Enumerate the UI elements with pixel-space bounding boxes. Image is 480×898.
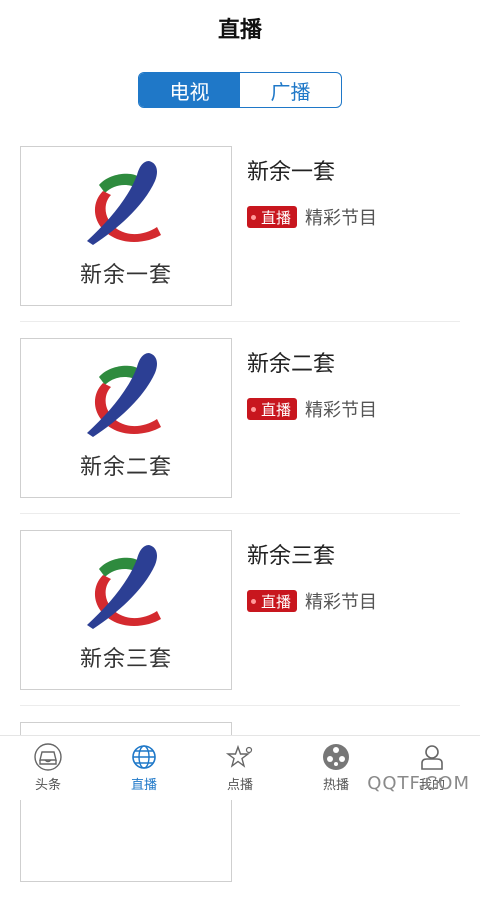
program-name: 精彩节目 bbox=[305, 592, 378, 613]
channel-thumbnail[interactable]: 新余三套 bbox=[20, 530, 232, 690]
header: 直播 bbox=[0, 0, 480, 56]
channel-item[interactable]: 新余一套 新余一套 直播 精彩节目 bbox=[0, 130, 480, 322]
logo-caption: 新余三套 bbox=[79, 647, 172, 672]
star-icon bbox=[225, 744, 253, 768]
tab-radio[interactable]: 广播 bbox=[240, 73, 341, 107]
program-name: 精彩节目 bbox=[305, 208, 378, 229]
page-title: 直播 bbox=[217, 18, 262, 43]
channel-name: 新余二套 bbox=[247, 352, 336, 377]
live-badge-label: 直播 bbox=[261, 400, 292, 419]
live-dot-icon bbox=[251, 598, 256, 604]
logo-caption: 新余二套 bbox=[79, 455, 172, 480]
tab-vod[interactable]: 点播 bbox=[192, 736, 288, 800]
tab-label: 点播 bbox=[226, 778, 253, 793]
watermark: QQTF.COM bbox=[367, 773, 470, 794]
channel-info: 新余三套 直播 精彩节目 bbox=[247, 538, 377, 614]
tv-radio-switch: 电视 广播 bbox=[138, 72, 342, 108]
live-badge: 直播 bbox=[247, 590, 298, 612]
tab-label: 头条 bbox=[34, 778, 61, 793]
channel-info: 新余二套 直播 精彩节目 bbox=[247, 346, 377, 422]
inbox-icon bbox=[34, 743, 62, 771]
channel-thumbnail[interactable]: 新余一套 bbox=[20, 146, 232, 306]
globe-icon bbox=[132, 745, 156, 769]
live-dot-icon bbox=[251, 406, 256, 412]
film-reel-icon bbox=[323, 744, 349, 770]
program-name: 精彩节目 bbox=[305, 400, 378, 421]
logo-caption: 新余一套 bbox=[79, 263, 172, 288]
live-badge-label: 直播 bbox=[261, 208, 292, 227]
tab-label: 热播 bbox=[322, 778, 349, 793]
live-badge-label: 直播 bbox=[261, 592, 292, 611]
channel-info: 新余一套 直播 精彩节目 bbox=[247, 154, 377, 230]
live-badge: 直播 bbox=[247, 398, 298, 420]
channel-name: 新余一套 bbox=[247, 160, 336, 185]
user-icon bbox=[421, 745, 443, 770]
channel-thumbnail[interactable]: 新余二套 bbox=[20, 338, 232, 498]
channel-name: 新余三套 bbox=[247, 544, 336, 569]
tab-live[interactable]: 直播 bbox=[96, 736, 192, 800]
station-logo bbox=[87, 161, 161, 245]
station-logo bbox=[87, 353, 161, 437]
channel-item[interactable]: 新余二套 新余二套 直播 精彩节目 bbox=[0, 322, 480, 514]
live-dot-icon bbox=[251, 214, 256, 220]
station-logo bbox=[87, 545, 161, 629]
tab-headlines[interactable]: 头条 bbox=[0, 736, 96, 800]
tab-label: 直播 bbox=[130, 778, 157, 793]
live-badge: 直播 bbox=[247, 206, 298, 228]
channel-item[interactable]: 新余三套 新余三套 直播 精彩节目 bbox=[0, 514, 480, 706]
tab-tv[interactable]: 电视 bbox=[139, 73, 240, 107]
